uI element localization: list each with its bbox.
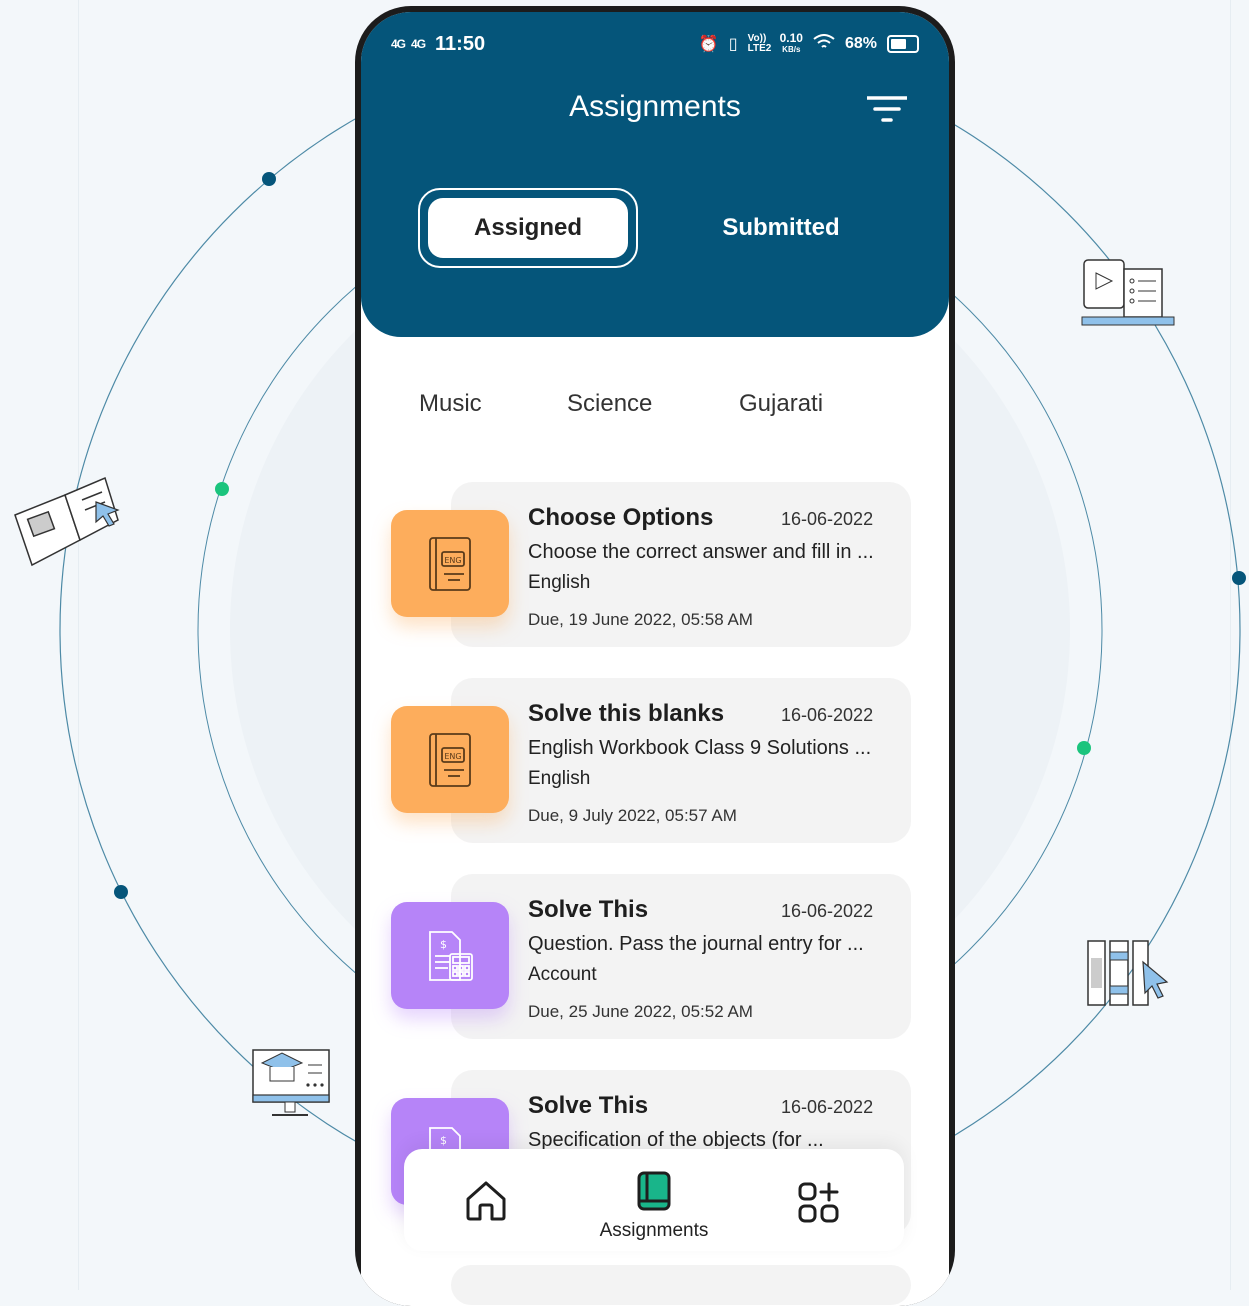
speed-value: 0.10 <box>779 31 803 45</box>
network-signal-2: 4G <box>411 37 426 51</box>
tab-assigned[interactable]: Assigned <box>418 188 638 268</box>
assignment-subject: English <box>528 768 591 789</box>
battery-icon <box>887 35 919 53</box>
svg-text:ENG: ENG <box>444 752 461 761</box>
subject-tab-gujarati[interactable]: Gujarati <box>739 390 823 418</box>
open-book-icon <box>14 476 120 567</box>
subject-filter-bar: Music Science Gujarati <box>361 390 949 430</box>
network-speed: 0.10 KB/s <box>779 31 803 55</box>
accounting-calculator-icon: $ <box>391 902 509 1009</box>
assignment-due: Due, 25 June 2022, 05:52 AM <box>528 1002 753 1021</box>
assignment-subject: English <box>528 572 591 593</box>
volte-indicator: Vo)) LTE2 <box>747 33 772 54</box>
bottom-navigation: Assignments <box>404 1149 904 1251</box>
assignment-card[interactable]: ENG Choose Options 16-06-2022 Choose the… <box>391 482 911 647</box>
subject-tab-music[interactable]: Music <box>419 390 482 418</box>
assignment-date: 16-06-2022 <box>781 705 874 725</box>
assignment-due: Due, 9 July 2022, 05:57 AM <box>528 806 737 825</box>
status-bar: 4G 4G 11:50 ⏰ ▯ Vo)) LTE2 0.10 KB/s 68% <box>391 30 919 58</box>
assignment-card[interactable]: $ Solve This 16-06-2022 Question. Pass t… <box>391 874 911 1039</box>
battery-percent: 68% <box>844 35 877 52</box>
filter-icon[interactable] <box>867 94 907 124</box>
assignment-title: Choose Options <box>528 504 714 531</box>
tab-submitted[interactable]: Submitted <box>661 188 901 268</box>
english-book-icon: ENG <box>391 510 509 617</box>
vibrate-icon: ▯ <box>728 36 738 53</box>
nav-assignments[interactable]: Assignments <box>564 1171 744 1242</box>
next-card-peek <box>451 1265 911 1305</box>
video-lesson-laptop-icon <box>1081 259 1175 326</box>
app-header: 4G 4G 11:50 ⏰ ▯ Vo)) LTE2 0.10 KB/s 68% <box>361 12 949 337</box>
assignment-title: Solve This <box>528 1092 649 1119</box>
book-icon <box>637 1171 671 1211</box>
assignment-subject: Account <box>528 964 597 985</box>
nav-assignments-label: Assignments <box>599 1220 709 1241</box>
speed-unit: KB/s <box>782 45 801 54</box>
tab-assigned-label: Assigned <box>428 198 628 258</box>
assignment-date: 16-06-2022 <box>781 1097 874 1117</box>
apps-add-icon[interactable] <box>798 1182 840 1224</box>
library-books-icon <box>1087 940 1169 1006</box>
subject-tab-science[interactable]: Science <box>567 390 652 418</box>
svg-text:$: $ <box>440 1134 447 1147</box>
wifi-icon <box>813 33 835 55</box>
svg-text:ENG: ENG <box>444 556 461 565</box>
assignment-title: Solve This <box>528 896 649 923</box>
app-screen: 4G 4G 11:50 ⏰ ▯ Vo)) LTE2 0.10 KB/s 68% <box>361 12 949 1306</box>
online-course-monitor-icon <box>252 1049 330 1116</box>
network-signal-1: 4G <box>391 37 406 51</box>
assignment-due: Due, 19 June 2022, 05:58 AM <box>528 610 753 629</box>
assignment-date: 16-06-2022 <box>781 901 874 921</box>
assignment-description: Question. Pass the journal entry for ... <box>528 933 864 955</box>
english-book-icon: ENG <box>391 706 509 813</box>
assignment-card[interactable]: ENG Solve this blanks 16-06-2022 English… <box>391 678 911 843</box>
assignment-date: 16-06-2022 <box>781 509 874 529</box>
alarm-icon: ⏰ <box>698 36 719 53</box>
assignment-description: English Workbook Class 9 Solutions ... <box>528 737 872 759</box>
status-right: ⏰ ▯ Vo)) LTE2 0.10 KB/s 68% <box>698 31 919 55</box>
assignment-description: Choose the correct answer and fill in ..… <box>528 541 874 563</box>
page-title: Assignments <box>569 90 741 123</box>
home-icon[interactable] <box>464 1179 508 1221</box>
status-time: 11:50 <box>435 32 486 55</box>
assignment-title: Solve this blanks <box>528 700 725 727</box>
phone-frame: 4G 4G 11:50 ⏰ ▯ Vo)) LTE2 0.10 KB/s 68% <box>355 6 955 1306</box>
svg-text:$: $ <box>440 938 447 951</box>
